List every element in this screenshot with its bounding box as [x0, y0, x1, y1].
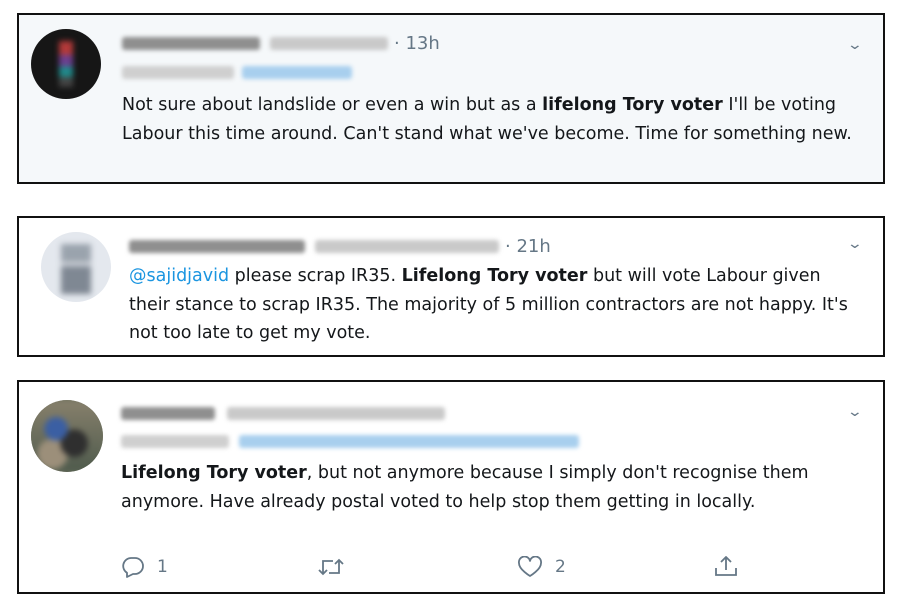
blurred-username[interactable] [227, 406, 445, 420]
replying-to [121, 432, 579, 450]
avatar[interactable] [31, 400, 103, 472]
tweet-header: · 13h [122, 31, 440, 55]
blurred-reply-link[interactable] [242, 65, 352, 79]
tweet-header: · 21h [129, 234, 551, 258]
retweet-icon [318, 558, 344, 576]
share-button[interactable] [713, 554, 739, 578]
tweet-text: Not sure about landslide or even a win b… [122, 95, 852, 144]
like-count: 2 [555, 557, 566, 577]
chevron-down-icon[interactable]: ⌄ [847, 236, 863, 252]
highlighted-phrase: Lifelong Tory voter [121, 463, 307, 483]
tweet-text: @sajidjavid please scrap IR35. Lifelong … [129, 266, 848, 343]
avatar[interactable] [31, 29, 101, 99]
tweet-card-1[interactable]: · 13h ⌄ Not sure about landslide or even… [17, 13, 885, 184]
heart-icon [518, 556, 542, 577]
chevron-down-icon[interactable]: ⌄ [847, 404, 863, 420]
highlighted-phrase: Lifelong Tory voter [401, 266, 588, 286]
mention-link[interactable]: @sajidjavid [129, 266, 229, 286]
tweet-card-3[interactable]: ⌄ Lifelong Tory voter, but not anymore b… [17, 380, 885, 594]
reply-button[interactable]: 1 [121, 556, 168, 578]
tweet-header [121, 402, 445, 424]
highlighted-phrase: lifelong Tory voter [542, 95, 723, 115]
avatar[interactable] [41, 232, 111, 302]
blurred-reply-link[interactable] [239, 434, 579, 448]
blurred-display-name[interactable] [129, 239, 305, 253]
timestamp[interactable]: · 13h [394, 33, 440, 54]
blurred-username[interactable] [315, 239, 499, 253]
timestamp[interactable]: · 21h [505, 236, 551, 257]
tweet-text: Lifelong Tory voter, but not anymore bec… [121, 463, 809, 512]
like-button[interactable]: 2 [517, 556, 566, 578]
tweet-card-2[interactable]: · 21h ⌄ @sajidjavid please scrap IR35. L… [17, 216, 885, 357]
reply-icon [122, 557, 144, 578]
tweet-actions: 1 2 [121, 552, 761, 582]
reply-count: 1 [157, 557, 168, 577]
retweet-button[interactable] [317, 556, 345, 578]
replying-to [122, 63, 352, 81]
blurred-display-name[interactable] [121, 406, 215, 420]
chevron-down-icon[interactable]: ⌄ [847, 37, 863, 53]
blurred-display-name[interactable] [122, 36, 260, 50]
share-icon [715, 556, 737, 576]
blurred-username[interactable] [270, 36, 388, 50]
